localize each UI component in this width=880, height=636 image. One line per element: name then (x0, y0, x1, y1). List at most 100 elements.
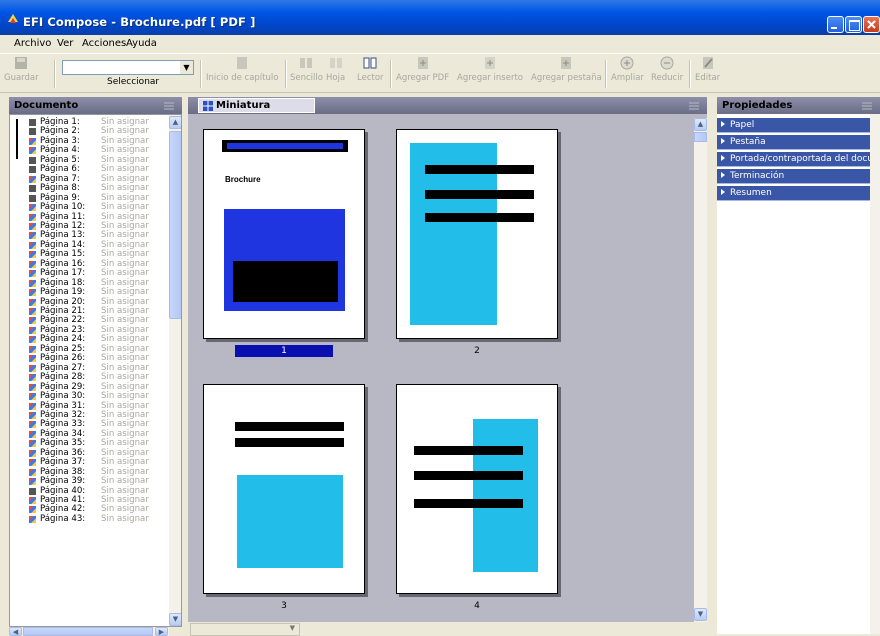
expand-arrow-icon (721, 172, 725, 178)
properties-panel-title: Propiedades (722, 100, 793, 111)
panel-menu-icon[interactable] (862, 102, 872, 110)
thumbnail-label-3[interactable]: 3 (235, 600, 333, 612)
page-color-icon (29, 383, 36, 391)
page-color-icon (29, 128, 36, 136)
prop-portada-label: Portada/contraportada del documento (730, 154, 870, 164)
page-color-icon (29, 251, 36, 259)
page-color-icon (29, 147, 36, 155)
page-color-icon (29, 411, 36, 419)
thumbnail-label-1[interactable]: 1 (235, 345, 333, 357)
ampliar-button[interactable]: Ampliar (611, 56, 644, 83)
agregar-pdf-label: Agregar PDF (396, 73, 450, 83)
page-color-icon (29, 440, 36, 448)
thumbnail-tab-label: Miniatura (216, 100, 271, 111)
toolbar: Guardar ▼ Seleccionar Inicio de capítulo… (0, 53, 880, 93)
thumbnail-page-4[interactable] (396, 384, 558, 594)
prop-papel[interactable]: Papel (717, 118, 870, 133)
sencillo-label: Sencillo (290, 73, 323, 83)
page-list-hscrollbar[interactable]: ◀ ▶ (9, 627, 169, 636)
seleccionar-combo[interactable]: ▼ (62, 60, 194, 75)
black-block (233, 261, 338, 302)
inicio-capitulo-label: Inicio de capítulo (206, 73, 279, 83)
zoom-in-icon (620, 56, 634, 70)
thumbnail-zoom-combo[interactable]: ▼ (190, 623, 300, 636)
toolbar-separator (390, 60, 392, 88)
text-line (425, 213, 534, 222)
guardar-button[interactable]: Guardar (4, 56, 39, 83)
text-line (425, 190, 534, 199)
title-bar: EFI Compose - Brochure.pdf [ PDF ] (0, 0, 880, 35)
window-title: EFI Compose - Brochure.pdf [ PDF ] (23, 15, 256, 29)
page-color-icon (29, 222, 36, 230)
toolbar-separator (605, 60, 607, 88)
prop-pestana[interactable]: Pestaña (717, 135, 870, 150)
expand-arrow-icon (721, 155, 725, 161)
scroll-right-icon[interactable]: ▶ (155, 627, 168, 636)
scroll-thumb[interactable] (169, 131, 181, 319)
agregar-inserto-button[interactable]: Agregar inserto (457, 56, 523, 83)
scroll-left-icon[interactable]: ◀ (9, 627, 22, 636)
scroll-up-icon[interactable]: ▲ (694, 118, 707, 131)
hoja-label: Hoja (326, 73, 346, 83)
scroll-down-icon[interactable]: ▼ (169, 613, 181, 626)
editar-button[interactable]: Editar (695, 56, 720, 83)
chevron-down-icon: ▼ (289, 624, 295, 632)
thumbnail-page-3[interactable] (203, 384, 365, 594)
scroll-up-icon[interactable]: ▲ (169, 116, 181, 129)
save-icon (15, 57, 28, 69)
thumbnail-label-4[interactable]: 4 (428, 600, 526, 612)
page-color-icon (29, 308, 36, 315)
app-icon (8, 14, 18, 23)
hoja-button[interactable]: Hoja (326, 56, 345, 83)
thumbnail-scrollbar[interactable]: ▲ ▼ (694, 118, 707, 622)
thumbnail-page-2[interactable] (396, 129, 558, 339)
properties-scrollbar[interactable] (870, 114, 880, 634)
add-insert-icon (484, 57, 495, 69)
panel-menu-icon[interactable] (689, 102, 699, 110)
maximize-button[interactable] (845, 16, 862, 33)
minimize-button[interactable] (827, 16, 844, 33)
agregar-pestana-button[interactable]: Agregar pestaña (531, 56, 602, 83)
page-color-icon (29, 166, 36, 174)
prop-terminacion[interactable]: Terminación (717, 169, 870, 184)
prop-resumen[interactable]: Resumen (717, 186, 870, 201)
page-color-icon (29, 430, 36, 438)
thumbnail-label-2[interactable]: 2 (428, 345, 526, 357)
page-list-scrollbar[interactable]: ▲ ▼ (169, 115, 181, 626)
lector-button[interactable]: Lector (357, 56, 384, 83)
page-list-item[interactable]: Página 43: Sin asignar (10, 513, 170, 524)
page-color-icon (29, 289, 36, 297)
text-line (414, 471, 523, 480)
panel-menu-icon[interactable] (164, 102, 174, 110)
reducir-button[interactable]: Reducir (651, 56, 683, 83)
scroll-down-icon[interactable]: ▼ (694, 608, 707, 621)
menu-archivo[interactable]: Archivo (14, 38, 51, 49)
sencillo-button[interactable]: Sencillo (290, 56, 323, 83)
scroll-thumb[interactable] (694, 132, 707, 142)
page-color-icon (29, 402, 36, 410)
hscroll-thumb[interactable] (23, 627, 153, 636)
menu-ver[interactable]: Ver (57, 38, 73, 49)
document-panel-title: Documento (14, 100, 79, 111)
prop-resumen-label: Resumen (730, 188, 772, 198)
page-1-heading: Brochure (225, 175, 261, 184)
single-page-icon (300, 58, 313, 68)
menu-acciones[interactable]: Acciones (82, 38, 126, 49)
page-color-icon (29, 194, 36, 202)
page-list-status: Sin asignar (101, 513, 149, 524)
thumbnail-tab[interactable]: Miniatura (198, 98, 315, 113)
document-panel-header: Documento (9, 97, 182, 114)
minimize-icon (831, 27, 837, 29)
guardar-label: Guardar (4, 73, 39, 83)
page-color-icon (29, 241, 36, 249)
thumbnail-page-1[interactable]: Brochure (203, 129, 365, 339)
prop-portada[interactable]: Portada/contraportada del documento (717, 152, 870, 167)
prop-papel-label: Papel (730, 120, 755, 130)
agregar-pdf-button[interactable]: Agregar PDF (396, 56, 449, 83)
inicio-capitulo-button[interactable]: Inicio de capítulo (206, 56, 278, 83)
properties-list: Papel Pestaña Portada/contraportada del … (717, 114, 880, 634)
close-button[interactable] (863, 16, 880, 33)
menu-ayuda[interactable]: Ayuda (126, 38, 157, 49)
page-color-icon (29, 185, 36, 193)
chapter-start-icon (237, 57, 248, 69)
